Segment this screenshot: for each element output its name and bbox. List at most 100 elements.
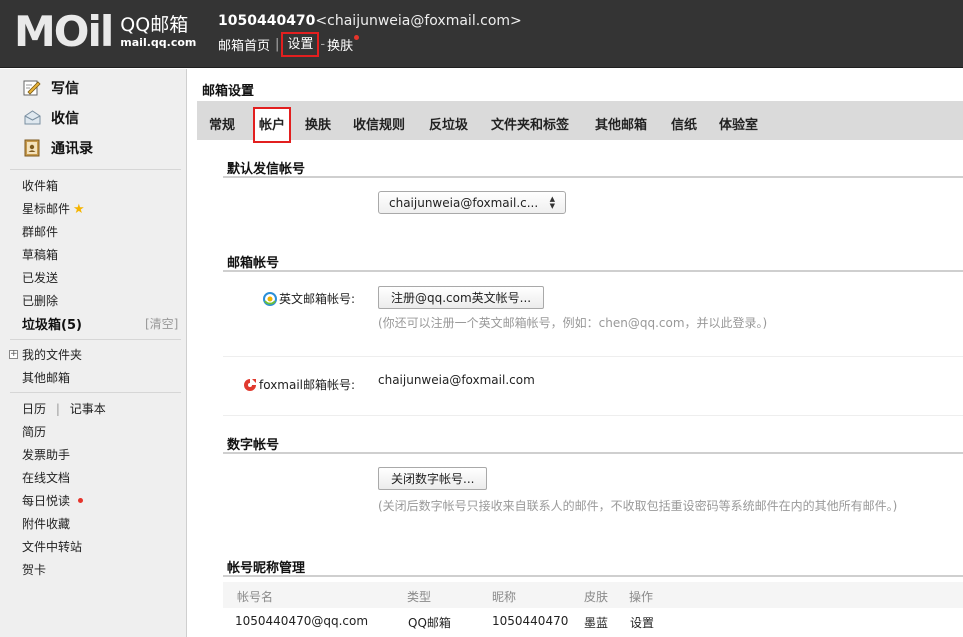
skin-link[interactable]: 换肤 xyxy=(327,35,353,54)
file-transfer-link[interactable]: 文件中转站 xyxy=(22,538,82,555)
folder-drafts[interactable]: 草稿箱 xyxy=(22,246,58,263)
brand-url: mail.qq.com xyxy=(120,36,197,49)
foxmail-account-label: foxmail邮箱帐号: xyxy=(243,376,355,393)
tools-calendar-notes: 日历 | 记事本 xyxy=(22,400,106,417)
clear-spam-link[interactable]: [清空] xyxy=(145,315,178,332)
qqmail-logo[interactable]: MOil QQ邮箱 mail.qq.com xyxy=(14,10,196,54)
column-header: 皮肤 xyxy=(584,590,609,604)
compose-button[interactable]: 写信 xyxy=(22,78,79,98)
user-qq-number: 1050440470 xyxy=(218,13,316,29)
contacts-button[interactable]: 通讯录 xyxy=(22,138,93,158)
divider xyxy=(10,169,181,170)
main-content: 邮箱设置 常规 帐户 换肤 收信规则 反垃圾 文件夹和标签 其他邮箱 信纸 体验… xyxy=(188,69,963,637)
row-divider xyxy=(223,415,963,416)
new-dot-icon xyxy=(354,35,360,40)
section-title-mail-accounts: 邮箱帐号 xyxy=(227,256,280,271)
tab-receive-rules[interactable]: 收信规则 xyxy=(353,101,405,140)
resume-link[interactable]: 简历 xyxy=(22,423,46,440)
brand-name: QQ邮箱 xyxy=(120,14,189,36)
daily-read-link[interactable]: 每日悦读 xyxy=(22,492,84,509)
sidebar: 写信 收信 通讯录 收件箱 星标邮件 ★ 群邮件 草稿箱 已发送 已删除 垃圾箱(… xyxy=(0,69,187,637)
column-header: 昵称 xyxy=(492,590,517,604)
tab-general[interactable]: 常规 xyxy=(209,101,235,140)
compose-label: 写信 xyxy=(51,81,79,97)
english-account-label-text: 英文邮箱帐号: xyxy=(279,292,356,306)
english-account-hint: (你还可以注册一个英文邮箱帐号，例如：chen@qq.com，并以此登录。) xyxy=(378,316,768,330)
inbox-tray-icon xyxy=(22,109,42,127)
select-arrows-icon: ▲ ▼ xyxy=(549,194,555,210)
new-dot-icon xyxy=(78,498,84,503)
mailbox-home-link[interactable]: 邮箱首页 xyxy=(218,35,270,54)
foxmail-account-value: chaijunweia@foxmail.com xyxy=(378,373,535,387)
folder-starred-label: 星标邮件 xyxy=(22,202,71,216)
folder-sent[interactable]: 已发送 xyxy=(22,269,58,286)
folder-deleted[interactable]: 已删除 xyxy=(22,292,58,309)
nav-separator: | xyxy=(275,37,280,52)
close-digit-account-button[interactable]: 关闭数字帐号... xyxy=(378,467,488,490)
nav-dash: - xyxy=(320,37,326,52)
column-header: 帐号名 xyxy=(237,590,274,604)
docs-link[interactable]: 在线文档 xyxy=(22,469,70,486)
page-title: 邮箱设置 xyxy=(202,84,255,99)
default-sender-value: chaijunweia@foxmail.c... xyxy=(389,195,539,210)
folder-starred[interactable]: 星标邮件 ★ xyxy=(22,200,85,217)
foxmail-account-label-text: foxmail邮箱帐号: xyxy=(259,378,356,392)
my-folders[interactable]: 我的文件夹 xyxy=(22,346,82,363)
section-title-nickname: 帐号昵称管理 xyxy=(227,561,306,576)
section-divider xyxy=(223,270,963,272)
column-header: 操作 xyxy=(629,590,654,604)
invoice-link[interactable]: 发票助手 xyxy=(22,446,70,463)
row-settings-link[interactable]: 设置 xyxy=(630,614,654,631)
nickname-cell: 1050440470 xyxy=(492,614,569,628)
foxmail-icon xyxy=(243,378,257,392)
user-info: 1050440470<chaijunweia@foxmail.com> xyxy=(218,13,522,29)
user-email: <chaijunweia@foxmail.com> xyxy=(315,13,522,29)
divider xyxy=(10,339,181,340)
notes-link[interactable]: 记事本 xyxy=(70,402,106,416)
top-header: MOil QQ邮箱 mail.qq.com 1050440470<chaijun… xyxy=(0,0,963,68)
section-title-digit-account: 数字帐号 xyxy=(227,438,280,453)
contacts-label: 通讯录 xyxy=(51,141,93,157)
settings-link[interactable]: 设置 xyxy=(281,32,320,57)
section-title-default-sender: 默认发信帐号 xyxy=(227,162,306,177)
skin-cell: 墨蓝 xyxy=(584,616,609,630)
daily-read-label: 每日悦读 xyxy=(22,494,71,508)
attachments-link[interactable]: 附件收藏 xyxy=(22,515,70,532)
table-header: 帐号名 类型 昵称 皮肤 操作 xyxy=(223,582,963,608)
folder-group[interactable]: 群邮件 xyxy=(22,223,58,240)
tab-folders-labels[interactable]: 文件夹和标签 xyxy=(491,101,569,140)
receive-button[interactable]: 收信 xyxy=(22,108,79,128)
logo-mail-text: MOil xyxy=(14,7,114,56)
register-english-account-button[interactable]: 注册@qq.com英文帐号... xyxy=(378,286,545,309)
greeting-cards-link[interactable]: 贺卡 xyxy=(22,561,46,578)
settings-tabs: 常规 帐户 换肤 收信规则 反垃圾 文件夹和标签 其他邮箱 信纸 体验室 xyxy=(197,101,963,143)
compose-icon xyxy=(22,79,42,97)
other-mailboxes[interactable]: 其他邮箱 xyxy=(22,369,70,386)
section-divider xyxy=(223,176,963,178)
account-name-cell: 1050440470@qq.com xyxy=(235,614,369,628)
tab-skin[interactable]: 换肤 xyxy=(305,101,331,140)
folder-spam[interactable]: 垃圾箱(5) xyxy=(22,314,82,333)
calendar-link[interactable]: 日历 xyxy=(22,402,46,416)
digit-account-hint: (关闭后数字帐号只接收来自联系人的邮件，不收取包括重设密码等系统邮件在内的其他所… xyxy=(378,499,898,513)
default-sender-select[interactable]: chaijunweia@foxmail.c... ▲ ▼ xyxy=(378,191,566,214)
english-account-label: 英文邮箱帐号: xyxy=(263,290,355,307)
folder-inbox[interactable]: 收件箱 xyxy=(22,177,58,194)
column-header: 类型 xyxy=(407,590,432,604)
contacts-book-icon xyxy=(22,139,42,157)
divider xyxy=(10,392,181,393)
tool-separator: | xyxy=(55,402,60,416)
top-nav: 邮箱首页 | 设置 - 换肤 xyxy=(218,32,360,57)
tab-stationery[interactable]: 信纸 xyxy=(671,101,697,140)
account-type-cell: QQ邮箱 xyxy=(408,616,451,630)
tab-account[interactable]: 帐户 xyxy=(253,107,292,143)
section-divider xyxy=(223,452,963,454)
tab-other-mailboxes[interactable]: 其他邮箱 xyxy=(595,101,647,140)
qq-english-icon xyxy=(263,291,277,306)
tab-labs[interactable]: 体验室 xyxy=(719,101,758,140)
tab-anti-spam[interactable]: 反垃圾 xyxy=(429,101,468,140)
section-divider xyxy=(223,575,963,577)
expand-icon[interactable]: + xyxy=(9,350,18,359)
row-divider xyxy=(223,356,963,357)
receive-label: 收信 xyxy=(51,111,79,127)
